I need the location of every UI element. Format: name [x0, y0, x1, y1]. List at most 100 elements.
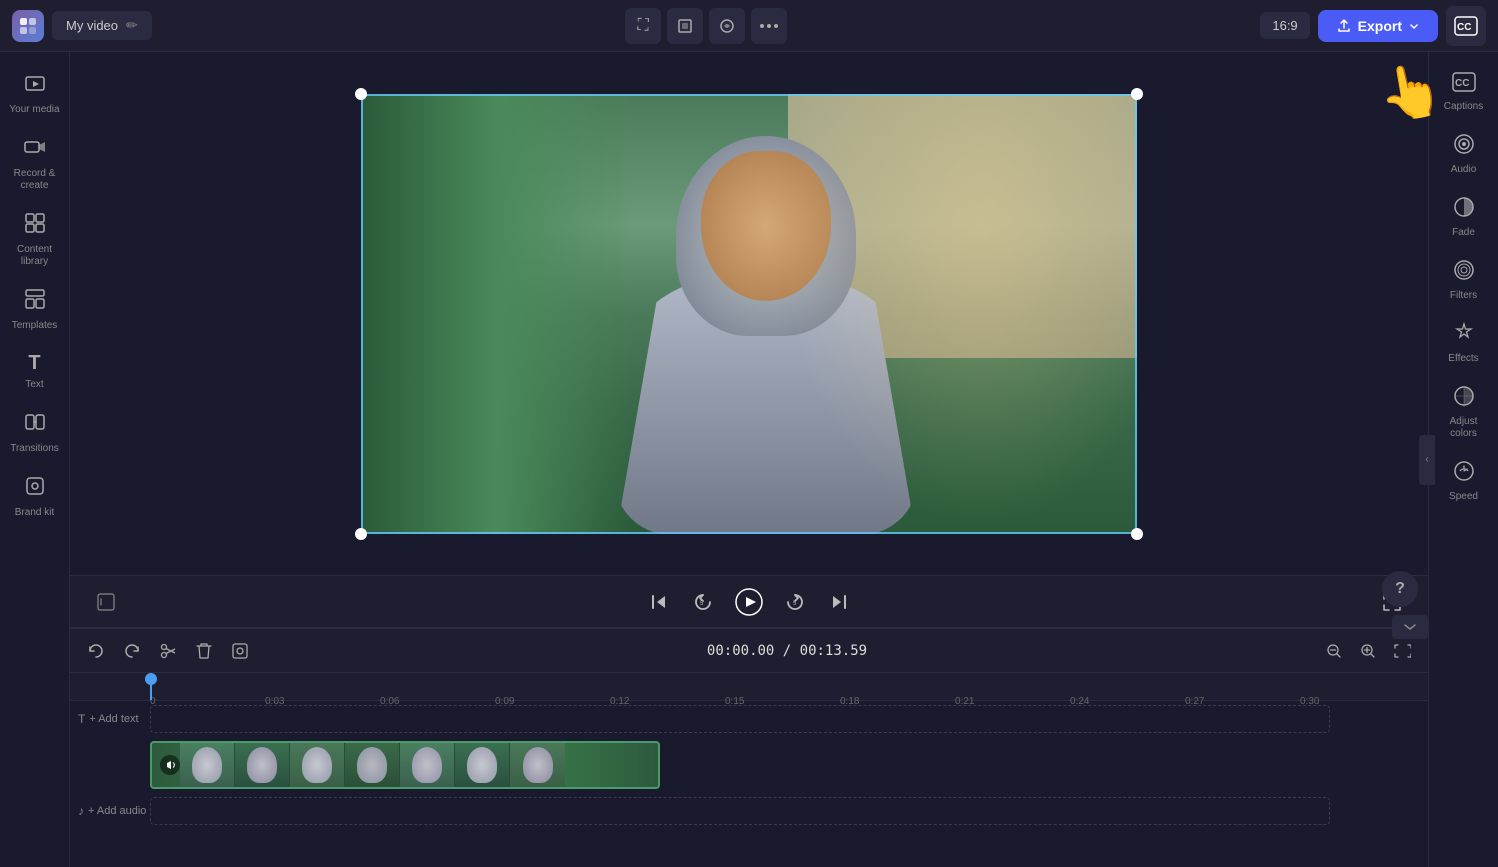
zoom-in-btn[interactable] [1354, 637, 1382, 665]
transitions-icon [24, 411, 46, 439]
timeline-toolbar: 00:00.00 / 00:13.59 [70, 629, 1428, 673]
sidebar-item-record-create[interactable]: Record & create [4, 128, 66, 200]
svg-text:CC: CC [1457, 22, 1471, 33]
help-button[interactable]: ? [1382, 571, 1418, 607]
right-sidebar-item-label: Filters [1450, 290, 1477, 302]
captions-panel-icon: CC [1452, 72, 1476, 97]
skip-fwd-btn[interactable] [823, 586, 855, 618]
left-controls [90, 586, 122, 618]
right-sidebar: ‹ CC Captions Audio [1428, 52, 1498, 867]
delete-btn[interactable] [190, 637, 218, 665]
fade-panel-icon [1453, 196, 1475, 223]
playhead[interactable] [150, 673, 152, 700]
media-icon [24, 72, 46, 100]
text-track-label: T + Add text [78, 712, 139, 726]
right-sidebar-item-fade[interactable]: Fade [1433, 188, 1495, 247]
sidebar-item-brand-kit[interactable]: Brand kit [4, 467, 66, 527]
fit-tool-btn[interactable] [667, 8, 703, 44]
templates-icon [24, 288, 46, 316]
redo-btn[interactable] [118, 637, 146, 665]
corner-handle-tl[interactable] [355, 88, 367, 100]
zoom-controls [1320, 637, 1416, 665]
sidebar-item-label: Content library [8, 244, 62, 268]
audio-track-dashed [150, 797, 1330, 825]
video-clip-row [70, 737, 1428, 793]
top-center-tools: ⛶ [625, 8, 787, 44]
svg-text:CC: CC [1455, 78, 1469, 89]
undo-btn[interactable] [82, 637, 110, 665]
sidebar-item-your-media[interactable]: Your media [4, 64, 66, 124]
right-sidebar-item-adjust-colors[interactable]: Adjust colors [1433, 377, 1495, 448]
skip-back-btn[interactable] [643, 586, 675, 618]
text-track-dashed [150, 705, 1330, 733]
sidebar-item-templates[interactable]: Templates [4, 280, 66, 340]
effects-panel-icon [1453, 322, 1475, 349]
app-logo[interactable] [12, 10, 44, 42]
sidebar-item-label: Record & create [8, 168, 62, 192]
audio-track-label: ♪ + Add audio [78, 804, 146, 818]
text-track-row: T + Add text [70, 701, 1428, 737]
text-track-icon: T [78, 712, 85, 726]
cut-btn[interactable] [154, 637, 182, 665]
add-audio-btn[interactable]: + Add audio [88, 805, 146, 817]
corner-handle-bl[interactable] [355, 528, 367, 540]
top-bar: My video ✏ ⛶ 16:9 [0, 0, 1498, 52]
timeline-ruler: 0 0:03 0:06 0:09 0:12 0:15 0:18 0:21 0:2… [70, 673, 1428, 701]
sidebar-item-label: Text [25, 379, 43, 391]
right-sidebar-item-label: Fade [1452, 227, 1475, 239]
right-sidebar-item-effects[interactable]: Effects [1433, 314, 1495, 373]
sidebar-item-transitions[interactable]: Transitions [4, 403, 66, 463]
video-clip[interactable] [150, 741, 660, 789]
filters-panel-icon [1453, 259, 1475, 286]
mute-btn[interactable] [90, 586, 122, 618]
adjust-colors-panel-icon [1453, 385, 1475, 412]
center-area: 5 5 [70, 52, 1428, 867]
left-sidebar: Your media Record & create Content l [0, 52, 70, 867]
sidebar-item-label: Templates [12, 320, 58, 332]
audio-panel-icon [1453, 133, 1475, 160]
play-btn[interactable] [731, 584, 767, 620]
svg-text:5: 5 [793, 601, 797, 607]
timeline-area: 00:00.00 / 00:13.59 [70, 627, 1428, 867]
more-tools-btn[interactable] [751, 8, 787, 44]
export-button[interactable]: Export [1318, 10, 1438, 42]
rewind-btn[interactable]: 5 [687, 586, 719, 618]
right-sidebar-item-captions[interactable]: CC Captions [1433, 64, 1495, 121]
audio-track-row: ♪ + Add audio [70, 793, 1428, 829]
corner-handle-br[interactable] [1131, 528, 1143, 540]
video-frame [361, 94, 1137, 534]
center-controls: 5 5 [643, 584, 855, 620]
main-area: Your media Record & create Content l [0, 52, 1498, 867]
captions-button[interactable]: CC [1446, 6, 1486, 46]
zoom-out-btn[interactable] [1320, 637, 1348, 665]
magic-tool-btn[interactable] [709, 8, 745, 44]
video-canvas [361, 94, 1137, 534]
sidebar-item-text[interactable]: T Text [4, 344, 66, 399]
rename-icon[interactable]: ✏ [126, 17, 138, 34]
brand-kit-icon [24, 475, 46, 503]
right-sidebar-item-label: Adjust colors [1437, 416, 1491, 440]
crop-tool-btn[interactable]: ⛶ [625, 8, 661, 44]
right-sidebar-item-audio[interactable]: Audio [1433, 125, 1495, 184]
content-library-icon [24, 212, 46, 240]
record-icon [24, 136, 46, 164]
project-tab[interactable]: My video ✏ [52, 11, 152, 40]
project-name: My video [66, 18, 118, 33]
right-sidebar-item-speed[interactable]: Speed [1433, 452, 1495, 511]
ratio-badge[interactable]: 16:9 [1260, 12, 1309, 39]
clip-audio-icon[interactable] [160, 755, 180, 775]
audio-track-icon: ♪ [78, 804, 84, 818]
save-frame-btn[interactable] [226, 637, 254, 665]
sidebar-item-label: Transitions [10, 443, 59, 455]
sidebar-collapse-btn[interactable]: ‹ [1419, 435, 1435, 485]
sidebar-item-content-library[interactable]: Content library [4, 204, 66, 276]
fit-timeline-btn[interactable] [1388, 637, 1416, 665]
text-icon: T [28, 352, 40, 375]
time-display: 00:00.00 / 00:13.59 [262, 643, 1312, 659]
collapse-right-panel-btn[interactable] [1392, 615, 1428, 639]
forward-btn[interactable]: 5 [779, 586, 811, 618]
add-text-btn[interactable]: + Add text [89, 713, 138, 725]
right-sidebar-item-filters[interactable]: Filters [1433, 251, 1495, 310]
right-sidebar-item-label: Speed [1449, 491, 1478, 503]
corner-handle-tr[interactable] [1131, 88, 1143, 100]
